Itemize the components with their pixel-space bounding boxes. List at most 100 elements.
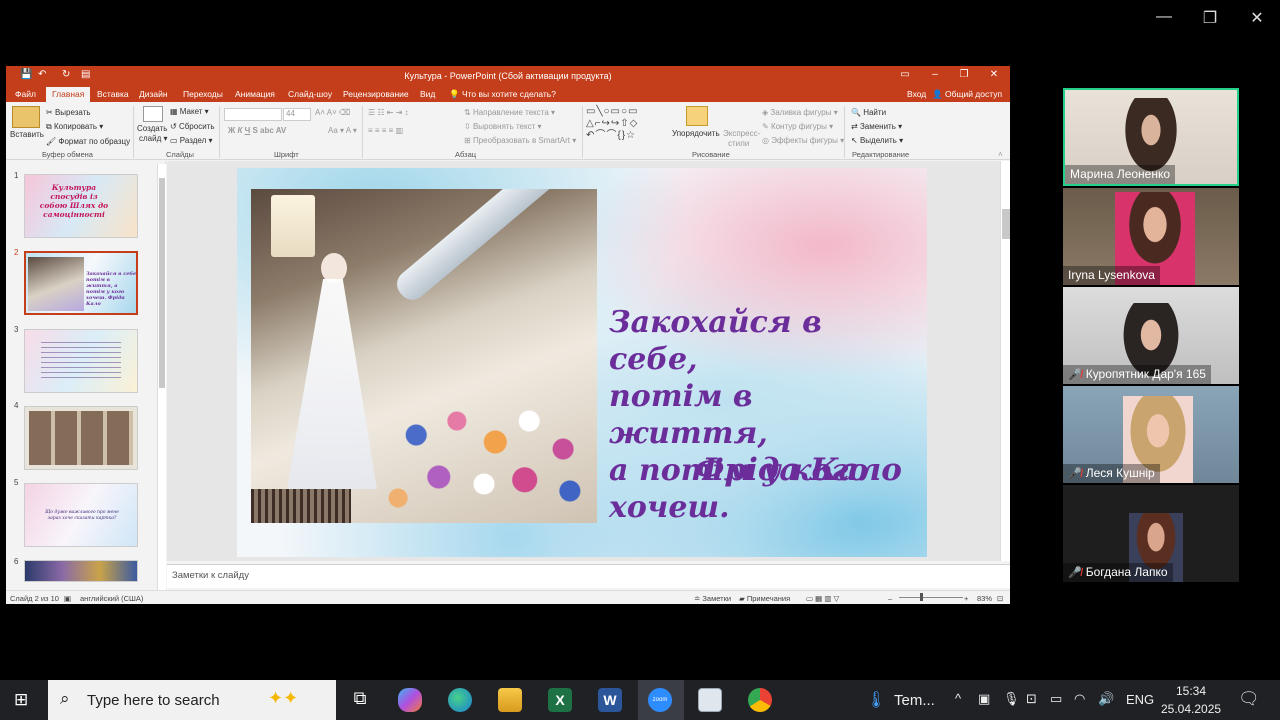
zoom-level[interactable]: 83% [977, 594, 992, 603]
font-name-input[interactable] [224, 108, 282, 121]
slide-author[interactable]: Фріда Кало [695, 452, 902, 488]
participant-tile[interactable]: Iryna Lysenkova [1063, 188, 1239, 285]
thumbnail-slide-2[interactable]: Закохайся в себе, потім в життя, а потім… [24, 251, 138, 315]
font-size-input[interactable]: 44 [283, 108, 311, 121]
task-view-icon[interactable]: ⧉ [348, 688, 372, 712]
thumbnail-slide-6[interactable] [24, 560, 138, 582]
list-buttons[interactable]: ☰ ☷ ⇤ ⇥ ↕ [368, 108, 409, 117]
comments-toggle[interactable]: ▰ Примечания [739, 594, 790, 603]
restore-button[interactable]: ❐ [1198, 8, 1222, 28]
weather-icon[interactable]: 🌡 [866, 690, 886, 710]
reset-button[interactable]: ↺ Сбросить [170, 122, 215, 131]
spellcheck-icon[interactable]: ▣ [64, 594, 71, 603]
tab-view[interactable]: Вид [420, 89, 435, 99]
slide-image[interactable] [251, 189, 597, 523]
copy-button[interactable]: ⧉ Копировать ▾ [46, 122, 103, 132]
font-grow-icon[interactable]: A˄ A˅ ⌫ [315, 108, 350, 117]
file-explorer-icon[interactable] [498, 688, 522, 712]
word-icon[interactable]: W [598, 688, 622, 712]
thumbnail-slide-1[interactable]: Культура спосудів із собою Шлях до самоц… [24, 174, 138, 238]
shape-outline-button[interactable]: ✎ Контур фигуры ▾ [762, 122, 833, 131]
quick-styles-button-2[interactable]: стили [728, 139, 749, 148]
font-color-button[interactable]: Aa ▾ A ▾ [328, 126, 357, 135]
smartart-button[interactable]: ⊞ Преобразовать в SmartArt ▾ [464, 136, 576, 145]
format-painter-button[interactable]: 🖌 Формат по образцу [46, 137, 130, 146]
input-language[interactable]: ENG [1126, 692, 1154, 707]
tab-insert[interactable]: Вставка [97, 89, 129, 99]
tab-design[interactable]: Дизайн [139, 89, 168, 99]
collapse-ribbon-icon[interactable]: ˄ [998, 150, 1003, 159]
taskbar-search[interactable]: ⌕ Type here to search ✦✦ [48, 680, 336, 720]
tab-slideshow[interactable]: Слайд-шоу [288, 89, 332, 99]
minimize-button[interactable]: — [1152, 8, 1176, 26]
new-slide-button-2[interactable]: слайд ▾ [139, 134, 168, 143]
ppt-minimize-button[interactable]: – [925, 69, 945, 80]
quick-styles-button[interactable]: Экспресс- [723, 129, 760, 138]
volume-icon[interactable]: 🔊 [1098, 691, 1114, 707]
thumbs-scrollbar[interactable] [157, 164, 166, 590]
tab-file[interactable]: Файл [15, 89, 36, 99]
thumbnail-slide-5[interactable]: Що дуже важливого про мене зараз хоче ск… [24, 483, 138, 547]
view-buttons[interactable]: ▭ ▦ ▥ ▽ [806, 594, 839, 603]
tab-animation[interactable]: Анимация [235, 89, 275, 99]
text-direction-button[interactable]: ⇅ Направление текста ▾ [464, 108, 555, 117]
shape-fill-button[interactable]: ◈ Заливка фигуры ▾ [762, 108, 838, 117]
notifications-icon[interactable]: 🗨 [1238, 689, 1260, 709]
thumbnail-slide-3[interactable] [24, 329, 138, 393]
cut-button[interactable]: ✂ Вырезать [46, 108, 91, 117]
zoom-icon[interactable]: zoom [648, 688, 672, 712]
new-slide-button[interactable]: Создать [137, 124, 167, 133]
select-button[interactable]: ↖ Выделить ▾ [851, 136, 903, 145]
paste-button[interactable]: Вставить [10, 130, 44, 139]
find-button[interactable]: 🔍 Найти [851, 108, 886, 117]
camera-icon[interactable]: ⊡ [1026, 691, 1037, 707]
wifi-icon[interactable]: ◠ [1074, 691, 1085, 707]
arrange-button[interactable]: Упорядочить [672, 129, 720, 138]
ppt-maximize-button[interactable]: ❐ [954, 69, 974, 80]
tell-me-box[interactable]: 💡 Что вы хотите сделать? [449, 89, 556, 100]
zoom-slider-handle[interactable] [920, 593, 923, 601]
align-text-button[interactable]: ⇳ Выровнять текст ▾ [464, 122, 542, 131]
replace-button[interactable]: ⇄ Заменить ▾ [851, 122, 902, 131]
edge-icon[interactable] [448, 688, 472, 712]
slide-quote[interactable]: Закохайся в себе, потім в життя, а потім… [609, 304, 909, 526]
clock-time[interactable]: 15:34 [1176, 684, 1206, 698]
current-slide[interactable]: Закохайся в себе, потім в життя, а потім… [237, 168, 927, 557]
shape-effects-button[interactable]: ◎ Эффекты фигуры ▾ [762, 136, 844, 145]
slide-scroll-thumb[interactable] [1002, 209, 1010, 239]
show-hidden-icons[interactable]: ^ [955, 691, 961, 706]
participant-tile[interactable]: Марина Леоненко [1063, 88, 1239, 186]
layout-button[interactable]: ▦ Макет ▾ [170, 107, 209, 116]
zoom-slider[interactable] [899, 597, 963, 598]
slide-scrollbar[interactable] [1000, 161, 1010, 561]
notes-toggle[interactable]: ≐ Заметки [694, 594, 731, 603]
chrome-icon[interactable] [748, 688, 772, 712]
tab-home[interactable]: Главная [46, 87, 91, 102]
signin-link[interactable]: Вход [907, 89, 926, 99]
fit-slide-icon[interactable]: ⊡ [997, 594, 1003, 603]
language-status[interactable]: английский (США) [80, 594, 143, 603]
clock-date[interactable]: 25.04.2025 [1161, 702, 1221, 716]
excel-icon[interactable]: X [548, 688, 572, 712]
meet-icon[interactable]: ▣ [978, 691, 990, 707]
battery-icon[interactable]: ▭ [1050, 691, 1062, 707]
windows-start-icon[interactable]: ⊞ [14, 691, 32, 709]
shapes-gallery[interactable]: ▭╲○▭○▭ △⌐↪↪⇧◇ ↶⌒⌒{}☆ [586, 106, 666, 144]
paste-icon[interactable] [12, 106, 40, 128]
ribbon-display-icon[interactable]: ▭ [895, 69, 915, 80]
share-button[interactable]: 👤 Общий доступ [932, 89, 1002, 100]
align-buttons[interactable]: ≡ ≡ ≡ ≡ ▥ [368, 126, 403, 135]
snipping-tool-icon[interactable] [698, 688, 722, 712]
thumbs-scroll-thumb[interactable] [159, 178, 165, 388]
tab-review[interactable]: Рецензирование [343, 89, 409, 99]
participant-tile[interactable]: 🎤̸ Богдана Лапко [1063, 485, 1239, 582]
microphone-icon[interactable]: 🎙 [1003, 691, 1020, 707]
new-slide-icon[interactable] [143, 106, 163, 122]
copilot-icon[interactable] [398, 688, 422, 712]
zoom-in-button[interactable]: + [964, 594, 968, 603]
arrange-icon[interactable] [686, 106, 708, 126]
participant-tile[interactable]: 🎤̸ Куропятник Дар'я 165 [1063, 287, 1239, 384]
tab-transitions[interactable]: Переходы [183, 89, 223, 99]
close-button[interactable]: ✕ [1245, 8, 1269, 28]
section-button[interactable]: ▭ Раздел ▾ [170, 136, 213, 145]
